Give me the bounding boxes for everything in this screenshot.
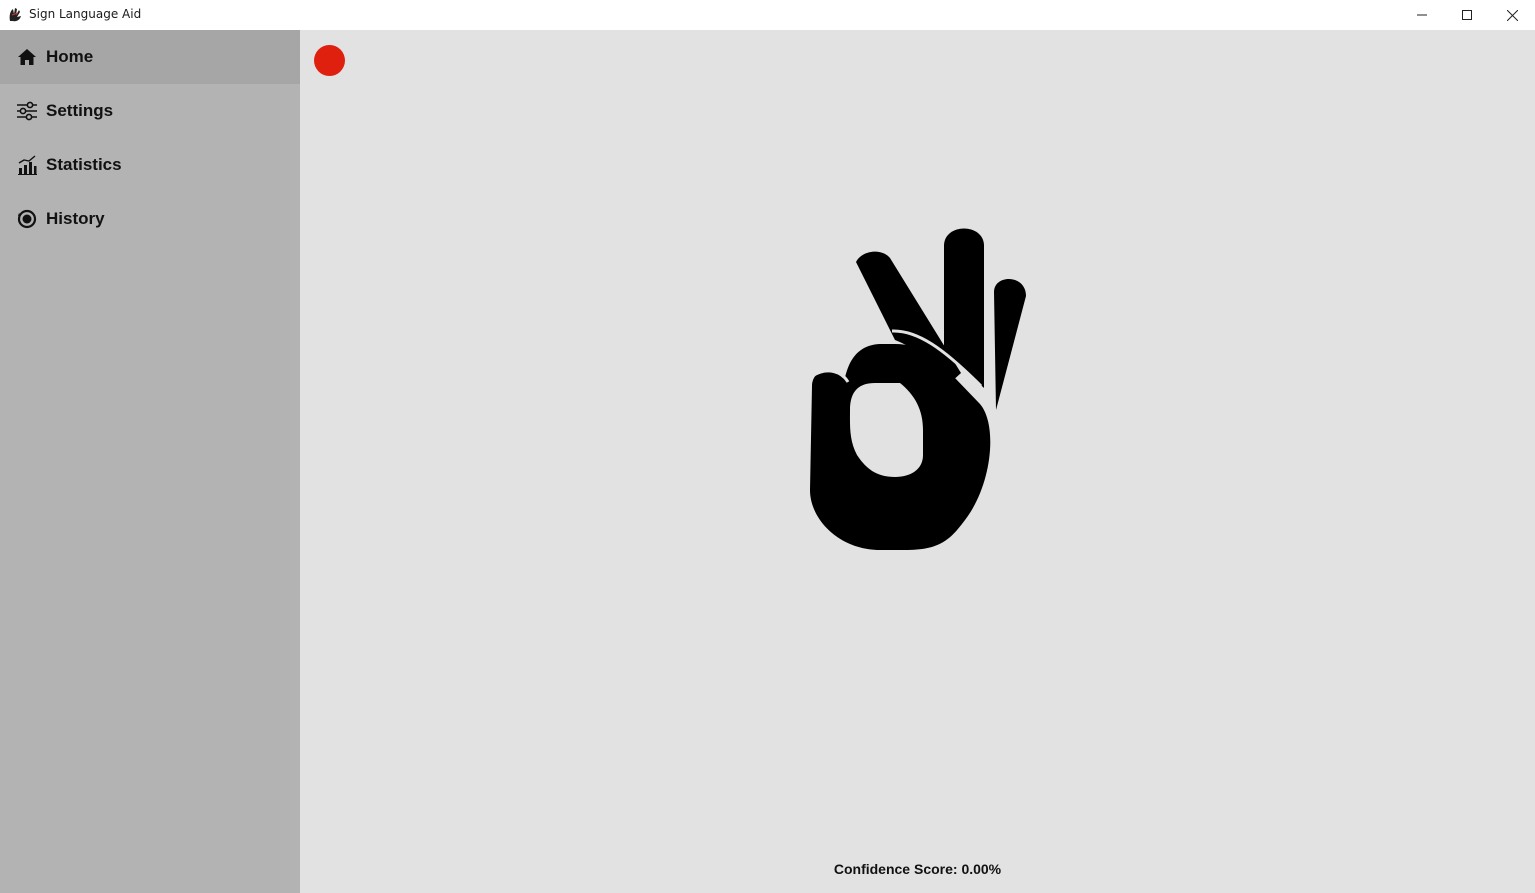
sidebar-item-statistics[interactable]: Statistics [0,138,300,192]
maximize-button[interactable] [1444,0,1490,30]
sidebar: Home Settings Statistics History [0,30,300,893]
app-logo-icon [9,8,21,22]
maximize-icon [1462,10,1472,20]
close-icon [1506,9,1518,21]
sidebar-item-settings[interactable]: Settings [0,84,300,138]
main-content: Confidence Score: 0.00% [300,30,1535,893]
minimize-button[interactable] [1399,0,1445,30]
sidebar-item-label: History [46,209,105,228]
sidebar-item-label: Home [46,47,94,66]
home-icon [16,46,38,68]
history-icon [16,208,38,230]
bar-chart-icon [16,154,38,176]
sliders-icon [16,100,38,122]
title-bar: Sign Language Aid [0,0,1535,30]
ok-hand-sign-icon [810,228,1026,550]
record-indicator[interactable] [314,45,345,76]
sidebar-item-label: Settings [46,101,114,120]
sidebar-item-label: Statistics [46,155,122,174]
sidebar-item-home[interactable]: Home [0,30,300,84]
confidence-score: Confidence Score: 0.00% [833,861,1002,877]
sidebar-item-history[interactable]: History [0,192,300,246]
minimize-icon [1417,14,1427,16]
close-button[interactable] [1489,0,1535,30]
window-title: Sign Language Aid [29,7,142,21]
